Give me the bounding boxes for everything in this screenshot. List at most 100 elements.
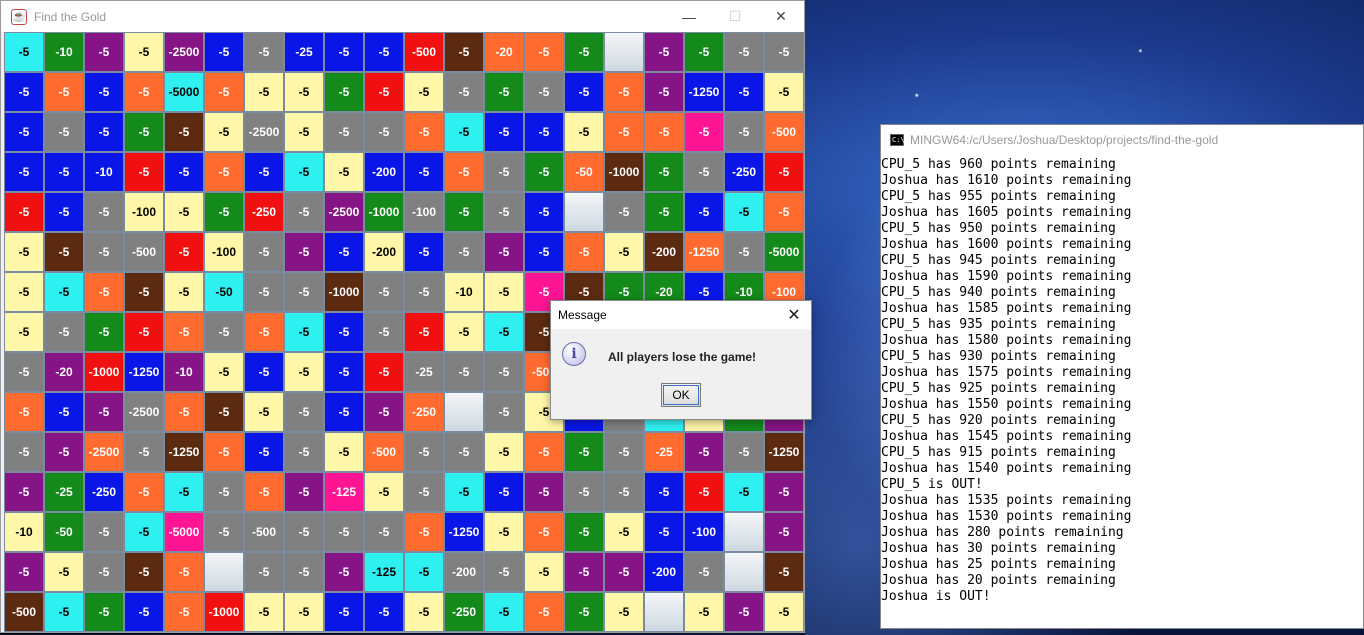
board-cell[interactable]: -5	[404, 232, 444, 272]
board-cell[interactable]: -5	[124, 472, 164, 512]
board-cell[interactable]: -5	[4, 232, 44, 272]
board-cell[interactable]: -5	[284, 272, 324, 312]
board-cell[interactable]: -5	[484, 592, 524, 632]
board-cell[interactable]: -5	[484, 472, 524, 512]
board-cell[interactable]: -250	[444, 592, 484, 632]
board-cell[interactable]: -5	[444, 32, 484, 72]
ok-button[interactable]: OK	[661, 383, 701, 407]
board-cell[interactable]	[724, 512, 764, 552]
game-titlebar[interactable]: ☕ Find the Gold — ☐ ✕	[1, 1, 804, 32]
board-cell[interactable]: -5	[284, 352, 324, 392]
board-cell[interactable]: -5	[484, 112, 524, 152]
board-cell[interactable]: -500	[364, 432, 404, 472]
terminal-titlebar[interactable]: C:\ MINGW64:/c/Users/Joshua/Desktop/proj…	[881, 125, 1363, 155]
board-cell[interactable]: -5	[604, 552, 644, 592]
board-cell[interactable]: -5	[724, 32, 764, 72]
board-cell[interactable]: -200	[444, 552, 484, 592]
board-cell[interactable]: -5	[684, 112, 724, 152]
board-cell[interactable]: -5	[484, 392, 524, 432]
board-cell[interactable]: -5	[564, 552, 604, 592]
board-cell[interactable]: -5	[444, 312, 484, 352]
board-cell[interactable]: -5	[644, 512, 684, 552]
board-cell[interactable]: -5	[84, 32, 124, 72]
board-cell[interactable]: -5	[564, 32, 604, 72]
board-cell[interactable]: -5	[244, 272, 284, 312]
board-cell[interactable]: -5	[524, 512, 564, 552]
board-cell[interactable]: -5	[604, 472, 644, 512]
terminal-output[interactable]: CPU_5 has 960 points remaining Joshua has…	[881, 155, 1363, 605]
board-cell[interactable]: -5	[644, 72, 684, 112]
board-cell[interactable]: -5	[444, 192, 484, 232]
board-cell[interactable]: -5	[564, 472, 604, 512]
dialog-titlebar[interactable]: Message ✕	[551, 301, 811, 329]
board-cell[interactable]: -5	[564, 232, 604, 272]
board-cell[interactable]: -5	[404, 592, 444, 632]
board-cell[interactable]: -5	[284, 552, 324, 592]
board-cell[interactable]: -5	[364, 272, 404, 312]
board-cell[interactable]: -5	[284, 152, 324, 192]
board-cell[interactable]: -5	[44, 592, 84, 632]
board-cell[interactable]: -1250	[164, 432, 204, 472]
board-cell[interactable]: -5	[404, 272, 444, 312]
board-cell[interactable]: -5	[84, 112, 124, 152]
board-cell[interactable]: -5	[684, 432, 724, 472]
board-cell[interactable]: -5	[164, 152, 204, 192]
board-cell[interactable]: -5	[404, 312, 444, 352]
board-cell[interactable]: -5	[4, 432, 44, 472]
board-cell[interactable]: -5	[204, 32, 244, 72]
board-cell[interactable]: -2500	[324, 192, 364, 232]
board-cell[interactable]: -500	[244, 512, 284, 552]
board-cell[interactable]: -5	[4, 472, 44, 512]
board-cell[interactable]: -5	[244, 352, 284, 392]
board-cell[interactable]: -5	[44, 432, 84, 472]
board-cell[interactable]: -5	[564, 512, 604, 552]
board-cell[interactable]: -5	[204, 152, 244, 192]
board-cell[interactable]: -500	[404, 32, 444, 72]
board-cell[interactable]: -5	[484, 72, 524, 112]
board-cell[interactable]: -5	[4, 112, 44, 152]
board-cell[interactable]	[604, 32, 644, 72]
board-cell[interactable]: -5	[764, 192, 804, 232]
board-cell[interactable]: -5	[324, 72, 364, 112]
board-cell[interactable]: -5	[84, 312, 124, 352]
board-cell[interactable]: -5	[324, 432, 364, 472]
board-cell[interactable]: -5	[484, 352, 524, 392]
board-cell[interactable]: -500	[4, 592, 44, 632]
board-cell[interactable]: -125	[324, 472, 364, 512]
board-cell[interactable]: -5	[44, 392, 84, 432]
board-cell[interactable]: -5	[44, 312, 84, 352]
board-cell[interactable]: -5	[244, 592, 284, 632]
board-cell[interactable]: -5	[764, 152, 804, 192]
board-cell[interactable]: -200	[364, 232, 404, 272]
board-cell[interactable]: -5	[524, 592, 564, 632]
board-cell[interactable]: -1000	[84, 352, 124, 392]
board-cell[interactable]: -5	[684, 592, 724, 632]
board-cell[interactable]: -5	[404, 152, 444, 192]
board-cell[interactable]: -5	[764, 472, 804, 512]
board-cell[interactable]: -1000	[204, 592, 244, 632]
maximize-button[interactable]: ☐	[712, 1, 758, 32]
board-cell[interactable]: -5	[444, 112, 484, 152]
board-cell[interactable]: -5	[244, 392, 284, 432]
board-cell[interactable]: -5	[364, 72, 404, 112]
board-cell[interactable]: -5	[244, 232, 284, 272]
board-cell[interactable]: -5	[724, 432, 764, 472]
board-cell[interactable]: -5	[724, 112, 764, 152]
board-cell[interactable]: -5	[644, 472, 684, 512]
board-cell[interactable]: -5	[204, 512, 244, 552]
board-cell[interactable]: -100	[404, 192, 444, 232]
board-cell[interactable]: -5	[644, 192, 684, 232]
board-cell[interactable]: -5	[284, 472, 324, 512]
board-cell[interactable]: -5	[4, 352, 44, 392]
board-cell[interactable]: -5	[164, 592, 204, 632]
board-cell[interactable]: -5	[44, 112, 84, 152]
board-cell[interactable]: -2500	[244, 112, 284, 152]
board-cell[interactable]: -5	[644, 32, 684, 72]
board-cell[interactable]: -5	[244, 312, 284, 352]
board-cell[interactable]: -5	[444, 232, 484, 272]
board-cell[interactable]: -5	[684, 32, 724, 72]
board-cell[interactable]: -25	[404, 352, 444, 392]
board-cell[interactable]: -5	[124, 512, 164, 552]
board-cell[interactable]: -5	[244, 32, 284, 72]
board-cell[interactable]: -5	[364, 352, 404, 392]
